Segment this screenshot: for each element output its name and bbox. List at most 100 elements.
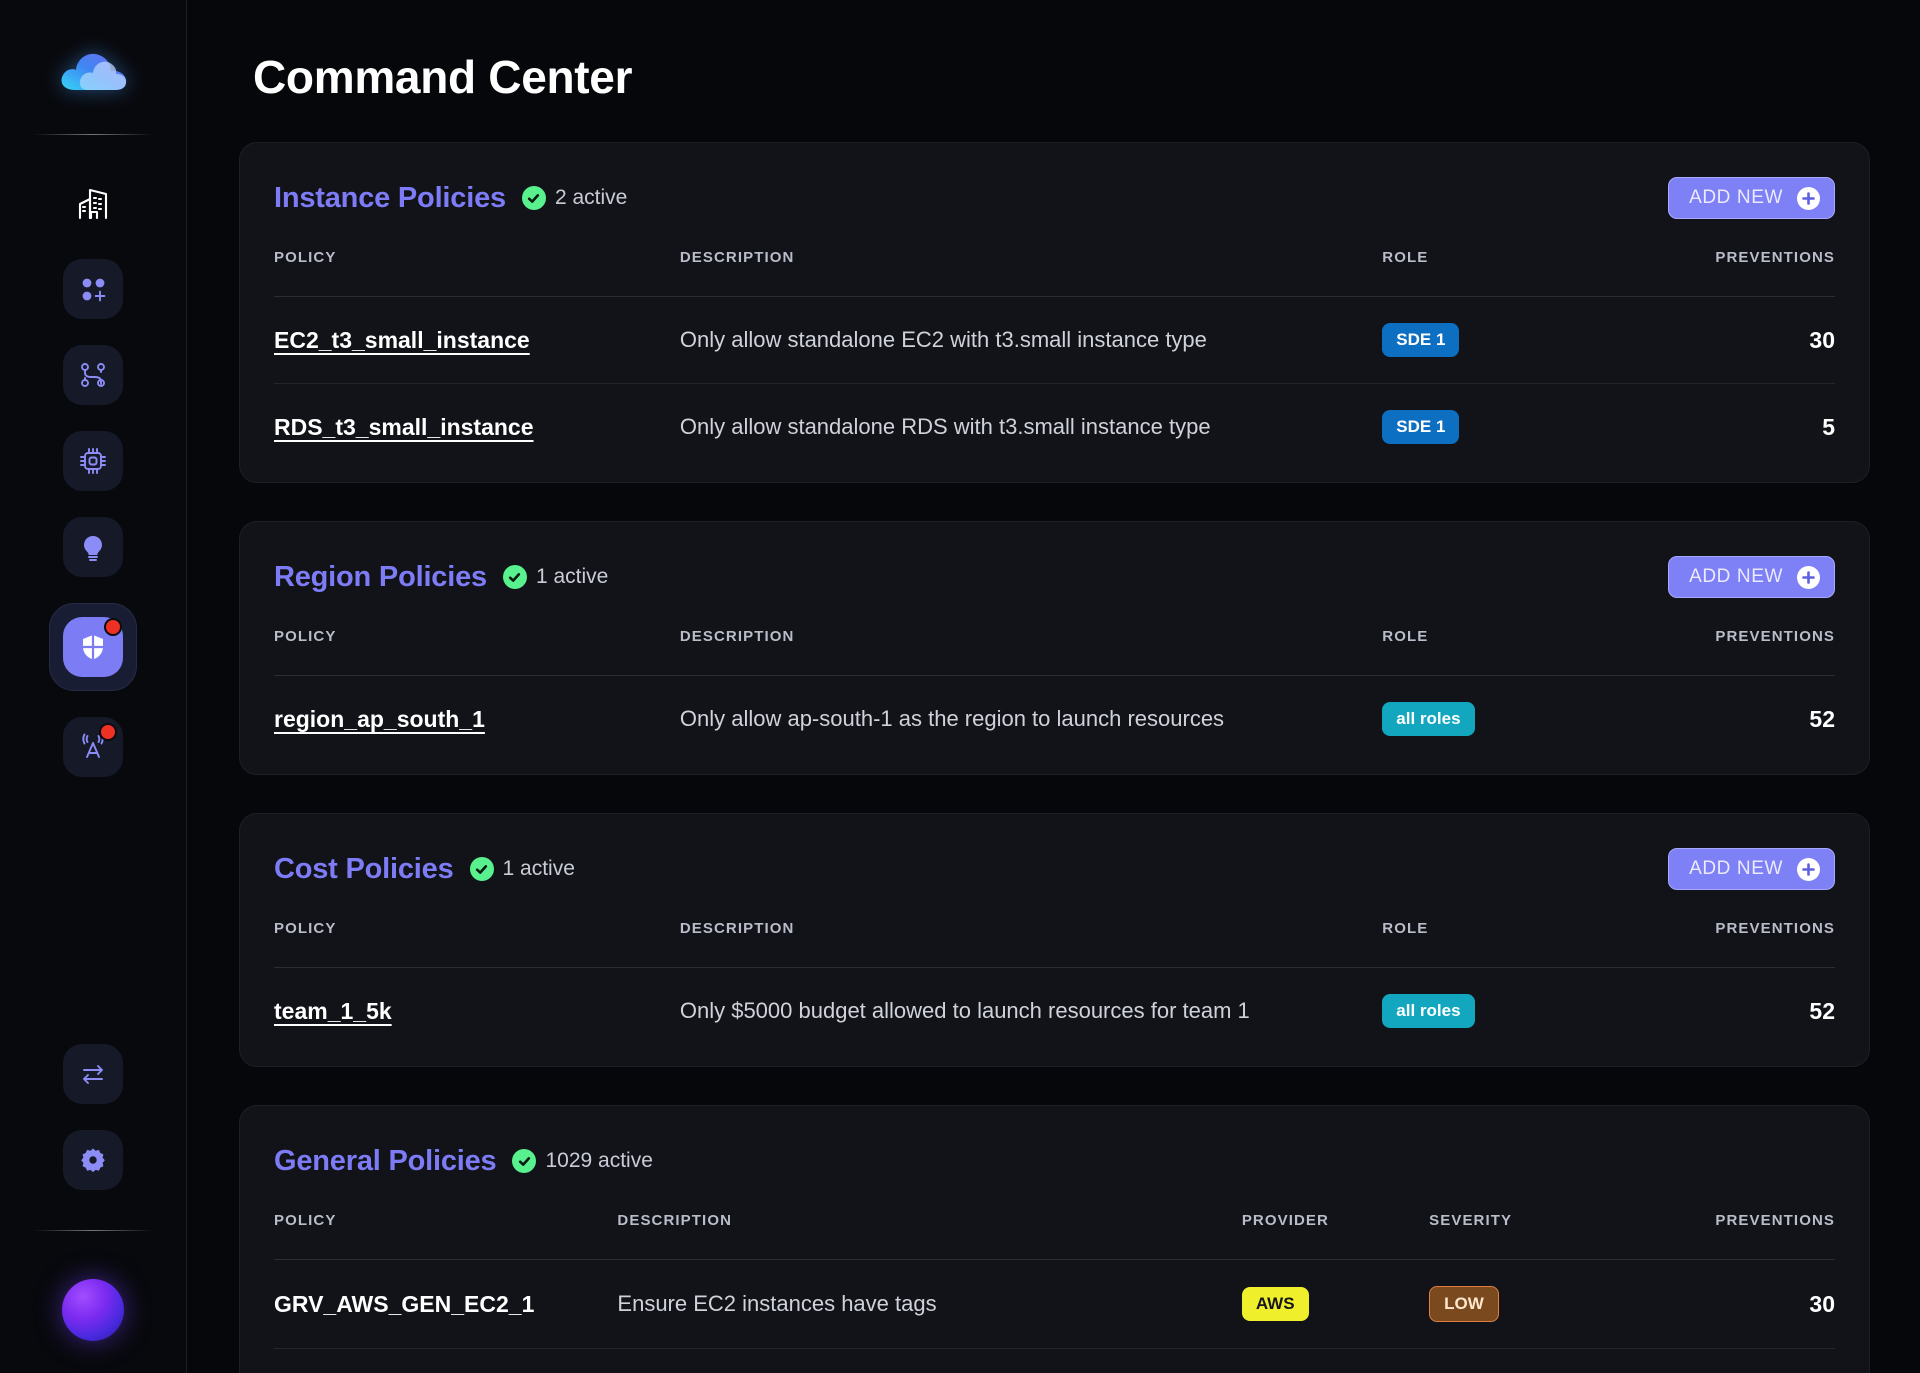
- column-header: DESCRIPTION: [679, 225, 1383, 297]
- table-header-row: POLICY DESCRIPTION ROLE PREVENTIONS: [274, 225, 1835, 297]
- table-row: GRV_AWS_GEN_EBS_1Ensure an unused EBS vo…: [274, 1349, 1835, 1373]
- policy-card: Cost Policies 1 active ADD NEW POLICY DESCRI…: [239, 813, 1870, 1067]
- column-header: ROLE: [1382, 896, 1633, 968]
- card-title-wrap: Instance Policies 2 active: [274, 182, 627, 215]
- table-row: RDS_t3_small_instance Only allow standalo…: [274, 384, 1835, 471]
- policy-card: Region Policies 1 active ADD NEW POLICY DESC…: [239, 521, 1870, 775]
- policy-name: GRV_AWS_GEN_EC2_1: [274, 1290, 535, 1317]
- active-status: 1029 active: [512, 1149, 653, 1173]
- table-row: GRV_AWS_GEN_EC2_1 Ensure EC2 instances ha…: [274, 1259, 1835, 1349]
- column-header: PREVENTIONS: [1632, 896, 1835, 968]
- policy-link[interactable]: RDS_t3_small_instance: [274, 414, 534, 440]
- card-title: Cost Policies: [274, 852, 454, 885]
- policy-description: Ensure EC2 instances have tags: [617, 1291, 937, 1316]
- active-status: 2 active: [521, 186, 628, 210]
- policy-table: POLICY DESCRIPTION ROLE PREVENTIONS region_a…: [274, 604, 1835, 762]
- active-count: 2 active: [554, 186, 628, 209]
- column-header: POLICY: [274, 896, 680, 968]
- severity-badge: LOW: [1429, 1286, 1499, 1322]
- policy-description: Only $5000 budget allowed to launch reso…: [679, 998, 1250, 1023]
- role-badge: all roles: [1382, 702, 1475, 736]
- column-header: DESCRIPTION: [617, 1188, 1242, 1260]
- column-header: POLICY: [274, 225, 680, 297]
- table-row: region_ap_south_1 Only allow ap-south-1 a…: [274, 676, 1835, 763]
- card-header: Instance Policies 2 active ADD NEW: [274, 169, 1835, 225]
- sidebar-item-pipelines[interactable]: [63, 345, 123, 405]
- policy-link[interactable]: EC2_t3_small_instance: [274, 327, 530, 353]
- plus-icon: [1797, 857, 1820, 881]
- role-badge: SDE 1: [1382, 410, 1460, 444]
- preventions-count: 30: [1809, 1290, 1835, 1317]
- add-new-button[interactable]: ADD NEW: [1668, 177, 1835, 219]
- table-header-row: POLICY DESCRIPTION ROLE PREVENTIONS: [274, 604, 1835, 676]
- card-title-wrap: General Policies 1029 active: [274, 1145, 653, 1178]
- active-status: 1 active: [502, 565, 609, 589]
- sidebar-divider-top: [33, 134, 153, 135]
- plus-icon: [1797, 186, 1820, 210]
- table-row: EC2_t3_small_instance Only allow standalo…: [274, 296, 1835, 384]
- add-new-button[interactable]: ADD NEW: [1668, 848, 1835, 890]
- add-new-label: ADD NEW: [1689, 187, 1783, 208]
- policy-description: Only allow standalone EC2 with t3.small …: [679, 327, 1207, 352]
- policy-description: Only allow standalone RDS with t3.small …: [679, 414, 1211, 439]
- card-title: Region Policies: [274, 560, 487, 593]
- sidebar-item-settings[interactable]: [63, 1130, 123, 1190]
- column-header: PREVENTIONS: [1632, 1188, 1835, 1260]
- table-header-row: POLICY DESCRIPTION ROLE PREVENTIONS: [274, 896, 1835, 968]
- policy-link[interactable]: region_ap_south_1: [274, 706, 485, 732]
- card-title-wrap: Region Policies 1 active: [274, 561, 608, 594]
- policy-table: POLICY DESCRIPTION PROVIDER SEVERITY PREVENT…: [274, 1188, 1835, 1373]
- active-count: 1029 active: [545, 1149, 653, 1172]
- card-title: General Policies: [274, 1144, 497, 1177]
- preventions-count: 52: [1809, 997, 1835, 1024]
- preventions-count: 30: [1809, 326, 1835, 353]
- policy-card: Instance Policies 2 active ADD NEW POLICY DE…: [239, 142, 1870, 483]
- policy-description: Only allow ap-south-1 as the region to l…: [679, 706, 1225, 731]
- policy-table: POLICY DESCRIPTION ROLE PREVENTIONS EC2_t3_s…: [274, 225, 1835, 470]
- active-count: 1 active: [535, 565, 609, 588]
- column-header: DESCRIPTION: [679, 604, 1383, 676]
- add-new-button[interactable]: ADD NEW: [1668, 556, 1835, 598]
- card-header: General Policies 1029 active: [274, 1132, 1835, 1188]
- preventions-count: 52: [1809, 705, 1835, 732]
- cloud-logo-icon[interactable]: [57, 42, 129, 98]
- sidebar-item-insights[interactable]: [63, 517, 123, 577]
- preventions-count: 5: [1822, 413, 1835, 440]
- table-row: team_1_5k Only $5000 budget allowed to la…: [274, 968, 1835, 1055]
- check-circle-icon: [469, 857, 494, 881]
- sidebar-nav: [49, 173, 137, 777]
- column-header: ROLE: [1382, 225, 1633, 297]
- policy-card: General Policies 1029 active POLICY DESCRIP…: [239, 1105, 1870, 1373]
- column-header: SEVERITY: [1429, 1188, 1633, 1260]
- avatar[interactable]: [62, 1279, 124, 1341]
- policy-table: POLICY DESCRIPTION ROLE PREVENTIONS team_1_5…: [274, 896, 1835, 1054]
- sidebar: [0, 0, 187, 1373]
- check-circle-icon: [512, 1149, 537, 1173]
- card-header: Cost Policies 1 active ADD NEW: [274, 840, 1835, 896]
- role-badge: SDE 1: [1382, 323, 1460, 357]
- active-count: 1 active: [502, 857, 575, 880]
- sidebar-item-security[interactable]: [49, 603, 137, 691]
- sidebar-item-apps[interactable]: [63, 259, 123, 319]
- main-content: Command Center Instance Policies 2 active…: [187, 0, 1920, 1373]
- sidebar-divider-bottom: [33, 1230, 153, 1231]
- column-header: ROLE: [1382, 604, 1633, 676]
- policy-link[interactable]: team_1_5k: [274, 998, 392, 1024]
- card-header: Region Policies 1 active ADD NEW: [274, 548, 1835, 604]
- column-header: PROVIDER: [1241, 1188, 1430, 1260]
- policy-cards-container: Instance Policies 2 active ADD NEW POLICY DE…: [187, 104, 1920, 1373]
- sidebar-item-transfer[interactable]: [63, 1044, 123, 1104]
- column-header: DESCRIPTION: [679, 896, 1383, 968]
- role-badge: all roles: [1382, 994, 1475, 1028]
- alerts-notification-dot: [101, 725, 115, 739]
- app-root: Command Center Instance Policies 2 active…: [0, 0, 1920, 1373]
- column-header: POLICY: [274, 604, 680, 676]
- sidebar-item-alerts[interactable]: [63, 717, 123, 777]
- sidebar-item-organization[interactable]: [63, 173, 123, 233]
- check-circle-icon: [502, 565, 527, 589]
- card-title: Instance Policies: [274, 181, 506, 214]
- table-header-row: POLICY DESCRIPTION PROVIDER SEVERITY PREVENT…: [274, 1188, 1835, 1260]
- sidebar-item-compute[interactable]: [63, 431, 123, 491]
- column-header: PREVENTIONS: [1632, 225, 1835, 297]
- column-header: PREVENTIONS: [1632, 604, 1835, 676]
